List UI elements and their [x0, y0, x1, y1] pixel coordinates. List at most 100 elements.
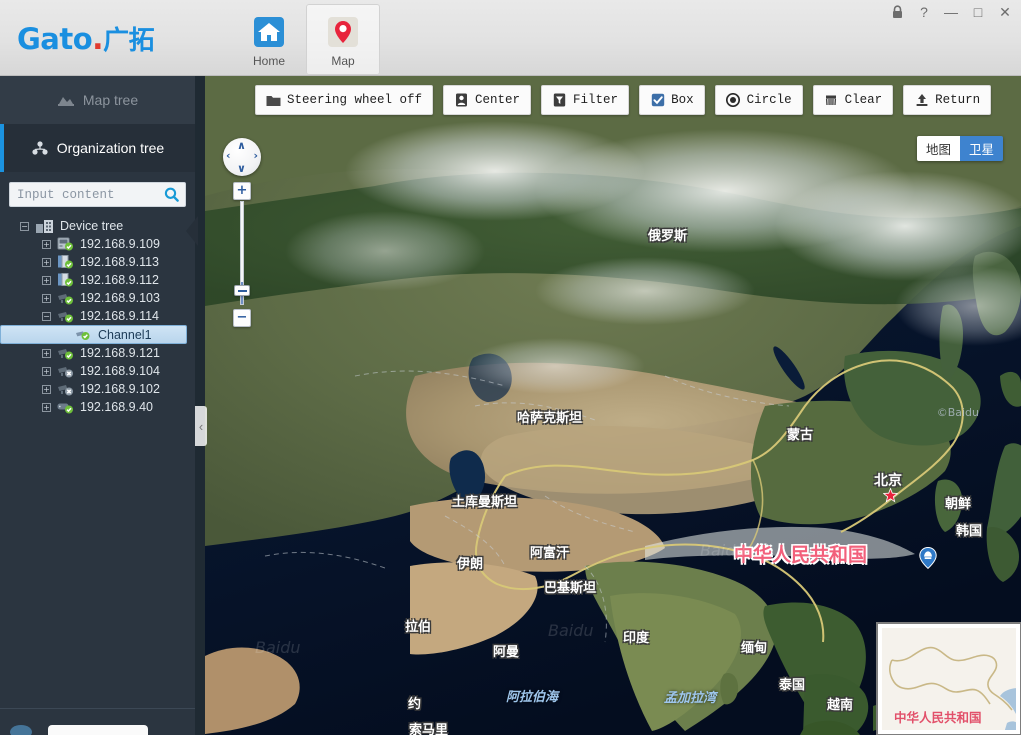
filter-label: Filter	[573, 93, 619, 107]
window-controls: ? — □ ✕	[889, 4, 1013, 20]
map-tree-icon	[57, 92, 75, 108]
tree-toggle[interactable]: −	[42, 311, 51, 321]
tree-node-label: 192.168.9.109	[80, 237, 160, 251]
tree-toggle[interactable]: +	[42, 348, 51, 358]
nvr-box-icon	[57, 400, 75, 414]
minimize-button[interactable]: —	[943, 4, 959, 20]
pan-left-icon[interactable]: ‹	[226, 149, 231, 162]
zoom-out-button[interactable]: −	[233, 309, 251, 327]
overview-map-content: 中华人民共和国	[882, 628, 1016, 730]
tree-node-label: 192.168.9.114	[80, 309, 160, 323]
search-icon[interactable]	[163, 186, 180, 203]
device-tree-icon	[35, 219, 55, 234]
sidebar-tab-organization-tree[interactable]: Organization tree	[0, 124, 195, 172]
tree-toggle-root[interactable]: −	[20, 221, 29, 231]
zoom-slider-handle[interactable]	[234, 285, 250, 296]
radio-circle-icon	[726, 93, 741, 108]
tree-toggle[interactable]: +	[42, 366, 51, 376]
pan-control[interactable]: ∧ ∨ ‹ ›	[223, 138, 261, 176]
home-icon	[250, 13, 288, 51]
camera-marker[interactable]	[919, 546, 937, 570]
circle-select-button[interactable]: Circle	[714, 85, 803, 115]
channel-icon	[75, 328, 93, 342]
sidebar-tab-map-tree[interactable]: Map tree	[0, 76, 195, 124]
tree-node-device-expanded[interactable]: − 192.168.9.114	[0, 307, 195, 325]
close-button[interactable]: ✕	[997, 4, 1013, 20]
pan-down-icon[interactable]: ∨	[237, 162, 246, 175]
footer-status-icon	[10, 725, 32, 735]
tree-node-device-offline[interactable]: + 192.168.9.104	[0, 362, 195, 380]
map-canvas[interactable]: 俄罗斯 哈萨克斯坦 蒙古 鄂霍次克海 朝鲜 韩国 日本 土库曼斯坦 伊朗 阿富汗…	[205, 76, 1021, 735]
clear-button[interactable]: Clear	[812, 85, 894, 115]
tree-node-device[interactable]: + 192.168.9.121	[0, 344, 195, 362]
tree-node-label: Channel1	[98, 327, 152, 342]
tree-root-device-tree[interactable]: − Device tree	[0, 217, 195, 235]
star-icon	[882, 487, 899, 507]
map-toolbar: Steering wheel off Center Filter Box Cir…	[255, 85, 992, 115]
camera-offline-icon	[57, 364, 75, 378]
search-input[interactable]	[10, 183, 185, 206]
nav-tab-home[interactable]: Home	[232, 4, 306, 75]
map-type-normal[interactable]: 地图	[916, 136, 960, 161]
tree-node-device-offline[interactable]: + 192.168.9.102	[0, 380, 195, 398]
tree-toggle[interactable]: +	[42, 402, 51, 412]
box-label: Box	[671, 93, 694, 107]
search-area	[0, 172, 195, 213]
maximize-button[interactable]: □	[970, 4, 986, 20]
tree-node-label: 192.168.9.102	[80, 382, 160, 396]
tree-node-device[interactable]: + 192.168.9.40	[0, 398, 195, 416]
tree-node-device[interactable]: + 192.168.9.103	[0, 289, 195, 307]
return-button[interactable]: Return	[903, 85, 992, 115]
sidebar-collapse-button[interactable]: ‹	[195, 406, 207, 446]
folder-icon	[266, 93, 281, 108]
center-label: Center	[475, 93, 521, 107]
tree-toggle[interactable]: +	[42, 275, 51, 285]
tree-node-device[interactable]: + 192.168.9.112	[0, 271, 195, 289]
pan-up-icon[interactable]: ∧	[237, 139, 246, 152]
upload-icon	[914, 93, 929, 108]
brand-name: Gato	[17, 22, 93, 56]
tree-node-label: 192.168.9.40	[80, 400, 153, 414]
footer-input-field[interactable]	[48, 725, 148, 735]
lock-icon[interactable]	[889, 4, 905, 20]
overview-minimap[interactable]: 中华人民共和国	[876, 622, 1021, 735]
tree-toggle[interactable]: +	[42, 239, 51, 249]
tree-node-device[interactable]: + 192.168.9.113	[0, 253, 195, 271]
help-icon[interactable]: ?	[916, 4, 932, 20]
tree-toggle[interactable]: +	[42, 293, 51, 303]
zoom-in-button[interactable]: +	[233, 182, 251, 200]
filter-button[interactable]: Filter	[541, 85, 630, 115]
nvr-icon	[57, 237, 75, 251]
checkbox-icon	[650, 93, 665, 108]
title-bar: Gato.广拓 Home Map ? — □ ✕	[0, 0, 1021, 76]
tree-node-channel-selected[interactable]: Channel1	[0, 325, 187, 344]
tree-node-label: 192.168.9.112	[80, 273, 160, 287]
camera-icon	[57, 291, 75, 305]
map-watermark: Baidu	[548, 621, 594, 640]
map-watermark: Baidu	[255, 638, 301, 657]
tree-node-label: 192.168.9.104	[80, 364, 160, 378]
clear-label: Clear	[844, 93, 883, 107]
box-select-button[interactable]: Box	[639, 85, 705, 115]
sidebar: Map tree Organization tree Input content…	[0, 76, 198, 735]
tree-root-label: Device tree	[60, 219, 124, 233]
camera-icon	[57, 309, 75, 323]
pan-right-icon[interactable]: ›	[253, 149, 258, 162]
camera-icon	[57, 346, 75, 360]
nav-tab-map[interactable]: Map	[306, 4, 380, 75]
steering-wheel-toggle-button[interactable]: Steering wheel off	[255, 85, 434, 115]
tree-toggle[interactable]: +	[42, 384, 51, 394]
center-button[interactable]: Center	[443, 85, 532, 115]
app-logo: Gato.广拓	[17, 20, 155, 57]
tree-node-device[interactable]: + 192.168.9.109	[0, 235, 195, 253]
tree-node-label: 192.168.9.121	[80, 346, 160, 360]
tree-node-label: 192.168.9.103	[80, 291, 160, 305]
search-box	[9, 182, 186, 207]
center-person-icon	[454, 93, 469, 108]
application-window: Gato.广拓 Home Map ? — □ ✕ Map tree Organi…	[0, 0, 1021, 735]
return-label: Return	[935, 93, 981, 107]
map-type-satellite[interactable]: 卫星	[959, 136, 1003, 161]
tree-toggle[interactable]: +	[42, 257, 51, 267]
map-type-switcher: 地图 卫星	[916, 136, 1003, 161]
camera-offline-icon	[57, 382, 75, 396]
